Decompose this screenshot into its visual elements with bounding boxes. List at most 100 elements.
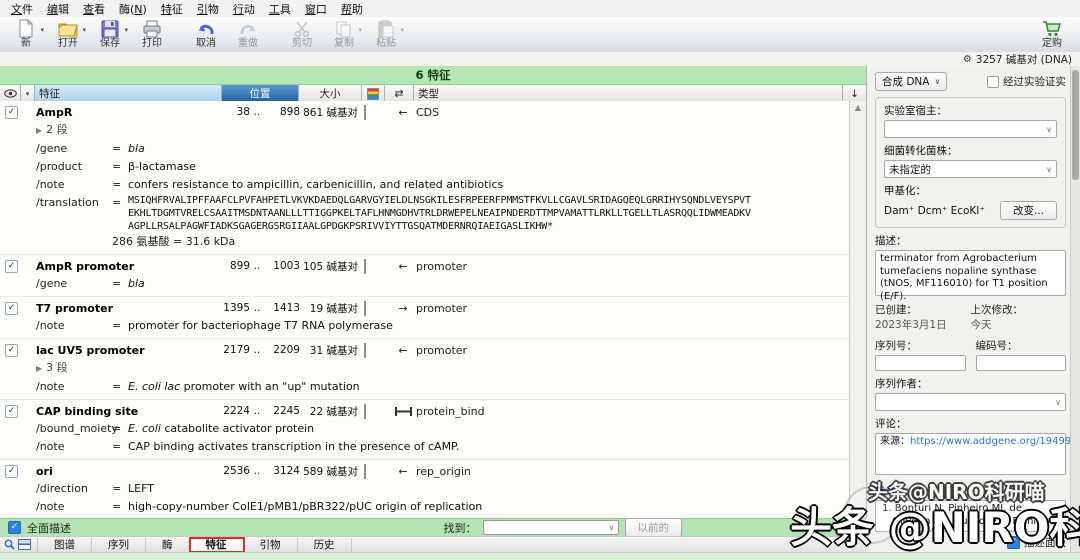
feature-color-cell[interactable] <box>364 302 390 315</box>
qualifier-value: bla <box>128 275 850 293</box>
feature-name[interactable]: ori <box>36 465 222 478</box>
verified-checkbox[interactable] <box>987 76 999 88</box>
features-panel: 6 特征 ▾ 特征 位置 大小 ⇄ 类型 ↓ ✓AmpR38..898861 碱… <box>0 66 867 518</box>
tab-序列[interactable]: 序列 <box>92 538 146 552</box>
tab-特征[interactable]: 特征 <box>190 538 244 552</box>
feature-color-swatch <box>364 404 366 419</box>
save-button[interactable]: 保存▾ <box>90 19 130 49</box>
code-input[interactable] <box>976 355 1067 371</box>
qualifier-equals: = <box>112 378 128 396</box>
molecule-type-dropdown[interactable]: 合成 DNA ∨ <box>875 72 947 91</box>
dropdown-caret-icon[interactable]: ▾ <box>400 26 404 34</box>
dropdown-caret-icon[interactable]: ▾ <box>358 26 362 34</box>
menu-item-7[interactable]: 工具 <box>262 1 298 17</box>
column-header-direction[interactable]: ⇄ <box>385 85 414 102</box>
visibility-column-header[interactable] <box>0 85 21 102</box>
previous-button[interactable]: 以前的 <box>625 518 683 537</box>
feature-color-cell[interactable] <box>364 260 390 273</box>
feature-segments[interactable]: ▶2 段 <box>0 121 850 140</box>
column-header-type[interactable]: 类型 <box>414 85 843 102</box>
feature-color-cell[interactable] <box>364 344 390 357</box>
find-input[interactable]: ∨ <box>483 520 619 535</box>
feature-name[interactable]: CAP binding site <box>36 405 222 418</box>
qualifier-equals: = <box>112 480 128 498</box>
feature-checkbox[interactable]: ✓ <box>5 260 18 273</box>
feature-color-cell[interactable] <box>364 465 390 478</box>
chevron-down-icon: ∨ <box>609 523 615 532</box>
column-header-position[interactable]: 位置 <box>222 85 299 102</box>
menu-item-4[interactable]: 特征 <box>154 1 190 17</box>
feature-color-cell[interactable] <box>364 106 390 119</box>
change-methylation-button[interactable]: 改变... <box>1000 201 1057 220</box>
qualifier-key: /direction <box>36 480 112 498</box>
feature-row[interactable]: ✓lac UV5 promoter2179..220931 碱基对←promot… <box>0 341 850 359</box>
feature-row[interactable]: ✓AmpR38..898861 碱基对←CDS <box>0 103 850 121</box>
table-scrollbar[interactable]: ▲ ▼ <box>849 101 866 518</box>
sidebar-scrollbar-thumb[interactable] <box>1072 70 1079 180</box>
qualifier-value: bla <box>128 140 850 158</box>
feature-name[interactable]: AmpR <box>36 106 222 119</box>
menu-item-3[interactable]: 酶(N) <box>112 1 154 17</box>
tab-引物[interactable]: 引物 <box>244 538 298 552</box>
feature-checkbox[interactable]: ✓ <box>5 405 18 418</box>
feature-row[interactable]: ✓T7 promoter1395..141319 碱基对→promoter <box>0 299 850 317</box>
scroll-up-icon[interactable]: ▲ <box>855 103 861 112</box>
panel-layout-icon[interactable] <box>18 539 31 550</box>
feature-size: 19 碱基对 <box>300 301 364 316</box>
feature-name[interactable]: T7 promoter <box>36 302 222 315</box>
strain-select[interactable]: 未指定的∨ <box>884 160 1057 178</box>
feature-checkbox[interactable]: ✓ <box>5 302 18 315</box>
tab-酶[interactable]: 酶 <box>146 538 190 552</box>
qualifier-equals: = <box>112 498 128 516</box>
menu-item-9[interactable]: 帮助 <box>334 1 370 17</box>
menu-item-6[interactable]: 行动 <box>226 1 262 17</box>
undo-icon <box>196 19 216 38</box>
description-textbox[interactable]: terminator from Agrobacterium tumefacien… <box>875 250 1066 296</box>
order-button[interactable]: 定购 <box>1032 19 1072 49</box>
feature-row[interactable]: ✓CAP binding site2224..224522 碱基对protein… <box>0 402 850 420</box>
tab-历史[interactable]: 历史 <box>298 538 352 552</box>
dropdown-caret-icon[interactable]: ▾ <box>124 26 128 34</box>
full-description-checkbox[interactable]: ✓ <box>8 521 21 534</box>
comments-box[interactable]: 来源：https://www.addgene.org/194997 <box>875 433 1066 475</box>
author-select[interactable]: ∨ <box>875 393 1066 411</box>
feature-name[interactable]: lac UV5 promoter <box>36 344 222 357</box>
dropdown-caret-icon[interactable]: ▾ <box>40 26 44 34</box>
feature-color-cell[interactable] <box>364 405 390 418</box>
feature-checkbox[interactable]: ✓ <box>5 106 18 119</box>
menu-item-2[interactable]: 查看 <box>76 1 112 17</box>
tab-图谱[interactable]: 图谱 <box>37 538 92 552</box>
feature-checkbox[interactable]: ✓ <box>5 344 18 357</box>
feature-qualifier: /note=CAP binding activates transcriptio… <box>0 438 850 456</box>
new-button[interactable]: 新▾ <box>6 19 46 49</box>
magnifier-icon[interactable] <box>4 539 15 550</box>
host-select[interactable]: ∨ <box>884 120 1057 138</box>
feature-direction-icon: ← <box>390 465 416 478</box>
undo-button[interactable]: 取消 <box>186 19 226 49</box>
folder-icon <box>58 19 78 38</box>
sort-button[interactable]: ↓ <box>843 85 866 102</box>
sidebar-scrollbar[interactable] <box>1070 66 1080 552</box>
serial-input[interactable] <box>875 355 966 371</box>
feature-name[interactable]: AmpR promoter <box>36 260 222 273</box>
feature-end: 2245 <box>264 405 300 417</box>
menu-item-5[interactable]: 引物 <box>190 1 226 17</box>
feature-segments[interactable]: ▶3 段 <box>0 359 850 378</box>
dropdown-caret-icon[interactable]: ▾ <box>82 26 86 34</box>
open-button[interactable]: 打开 ▾ <box>48 19 88 49</box>
feature-row[interactable]: ✓AmpR promoter899..1003105 碱基对←promoter <box>0 257 850 275</box>
host-label: 实验室宿主： <box>884 103 1057 118</box>
open-label: 打开 <box>58 38 78 49</box>
print-button[interactable]: 打印 <box>132 19 172 49</box>
menu-item-0[interactable]: 文件 <box>4 1 40 17</box>
column-header-size[interactable]: 大小 <box>299 85 362 102</box>
feature-checkbox[interactable]: ✓ <box>5 465 18 478</box>
column-header-color[interactable] <box>362 85 385 102</box>
visibility-menu-caret[interactable]: ▾ <box>21 85 35 102</box>
source-link[interactable]: https://www.addgene.org/194997 <box>910 436 1078 447</box>
feature-row[interactable]: ✓ori2536..3124589 碱基对←rep_origin <box>0 462 850 480</box>
menu-item-1[interactable]: 编辑 <box>40 1 76 17</box>
column-header-feature[interactable]: 特征 <box>35 85 222 102</box>
menu-item-8[interactable]: 窗口 <box>298 1 334 17</box>
tabs: 图谱序列酶特征引物历史 <box>37 538 352 552</box>
